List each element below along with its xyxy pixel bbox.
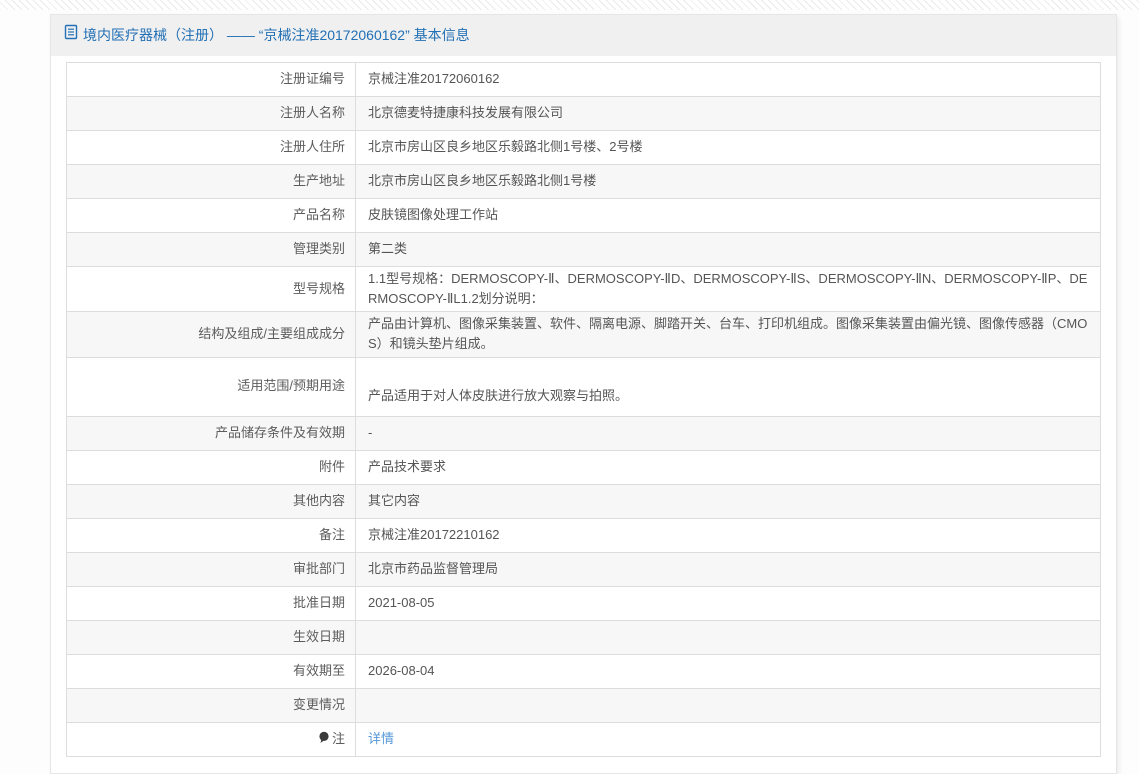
row-value: 产品技术要求: [355, 449, 1101, 485]
row-value: 2021-08-05: [355, 585, 1101, 621]
table-row: 产品名称 皮肤镜图像处理工作站: [66, 198, 1101, 233]
table-row: 审批部门 北京市药品监督管理局: [66, 551, 1101, 587]
row-label: 注册证编号: [66, 62, 356, 97]
row-value: 产品由计算机、图像采集装置、软件、隔离电源、脚踏开关、台车、打印机组成。图像采集…: [355, 311, 1101, 358]
row-label: 适用范围/预期用途: [66, 356, 356, 417]
row-value: 北京市药品监督管理局: [355, 551, 1101, 587]
row-label: 型号规格: [66, 265, 356, 313]
row-label: 批准日期: [66, 585, 356, 621]
device-info-table: 注册证编号 京械注准20172060162 注册人名称 北京德麦特捷康科技发展有限公司…: [66, 62, 1101, 757]
table-row: 生产地址 北京市房山区良乡地区乐毅路北侧1号楼: [66, 164, 1101, 199]
row-value: [355, 687, 1101, 723]
row-label: 变更情况: [66, 687, 356, 723]
row-label: 生效日期: [66, 619, 356, 655]
panel-body: 注册证编号 京械注准20172060162 注册人名称 北京德麦特捷康科技发展有限公司…: [51, 56, 1116, 773]
row-label: 生产地址: [66, 164, 356, 199]
row-value: [355, 619, 1101, 655]
table-row: 型号规格 1.1型号规格：DERMOSCOPY-Ⅱ、DERMOSCOPY-ⅡD、D…: [66, 265, 1101, 313]
row-value: 京械注准20172210162: [355, 517, 1101, 553]
document-icon: [64, 15, 78, 56]
row-label: 管理类别: [66, 232, 356, 267]
row-label: 产品名称: [66, 198, 356, 233]
table-row: 批准日期 2021-08-05: [66, 585, 1101, 621]
row-value: 京械注准20172060162: [355, 62, 1101, 97]
table-row: 备注 京械注准20172210162: [66, 517, 1101, 553]
table-row: 注详情: [66, 721, 1101, 757]
info-table-body: 注册证编号 京械注准20172060162 注册人名称 北京德麦特捷康科技发展有限公司…: [66, 62, 1101, 757]
row-label: 注册人住所: [66, 130, 356, 165]
row-value: 产品适用于对人体皮肤进行放大观察与拍照。: [355, 356, 1101, 417]
row-label: 其他内容: [66, 483, 356, 519]
row-label: 注册人名称: [66, 96, 356, 131]
row-label: 结构及组成/主要组成成分: [66, 311, 356, 358]
table-row: 适用范围/预期用途 产品适用于对人体皮肤进行放大观察与拍照。: [66, 356, 1101, 417]
row-label: 备注: [66, 517, 356, 553]
row-label: 审批部门: [66, 551, 356, 587]
top-hatch-strip: [0, 0, 1139, 10]
row-value: 1.1型号规格：DERMOSCOPY-Ⅱ、DERMOSCOPY-ⅡD、DERMO…: [355, 265, 1101, 313]
table-row: 有效期至 2026-08-04: [66, 653, 1101, 689]
registration-info-panel: 境内医疗器械（注册） —— “京械注准20172060162” 基本信息 注册证…: [50, 14, 1117, 774]
table-row: 其他内容 其它内容: [66, 483, 1101, 519]
table-row: 产品储存条件及有效期 -: [66, 415, 1101, 451]
row-value: -: [355, 415, 1101, 451]
row-value: 北京市房山区良乡地区乐毅路北侧1号楼、2号楼: [355, 130, 1101, 165]
row-label: 产品储存条件及有效期: [66, 415, 356, 451]
row-label: 注: [66, 721, 356, 757]
table-row: 附件 产品技术要求: [66, 449, 1101, 485]
detail-link[interactable]: 详情: [368, 731, 394, 746]
row-value: 详情: [355, 721, 1101, 757]
table-row: 注册人名称 北京德麦特捷康科技发展有限公司: [66, 96, 1101, 131]
panel-header: 境内医疗器械（注册） —— “京械注准20172060162” 基本信息: [51, 15, 1116, 56]
table-row: 变更情况: [66, 687, 1101, 723]
row-value: 第二类: [355, 232, 1101, 267]
row-label: 附件: [66, 449, 356, 485]
row-value: 北京市房山区良乡地区乐毅路北侧1号楼: [355, 164, 1101, 199]
row-value: 2026-08-04: [355, 653, 1101, 689]
row-value: 其它内容: [355, 483, 1101, 519]
table-row: 生效日期: [66, 619, 1101, 655]
page-title: 境内医疗器械（注册） —— “京械注准20172060162” 基本信息: [83, 27, 470, 43]
row-value: 北京德麦特捷康科技发展有限公司: [355, 96, 1101, 131]
table-row: 注册证编号 京械注准20172060162: [66, 62, 1101, 97]
table-row: 管理类别 第二类: [66, 232, 1101, 267]
table-row: 注册人住所 北京市房山区良乡地区乐毅路北侧1号楼、2号楼: [66, 130, 1101, 165]
row-label: 有效期至: [66, 653, 356, 689]
table-row: 结构及组成/主要组成成分 产品由计算机、图像采集装置、软件、隔离电源、脚踏开关、台…: [66, 311, 1101, 358]
row-value: 皮肤镜图像处理工作站: [355, 198, 1101, 233]
